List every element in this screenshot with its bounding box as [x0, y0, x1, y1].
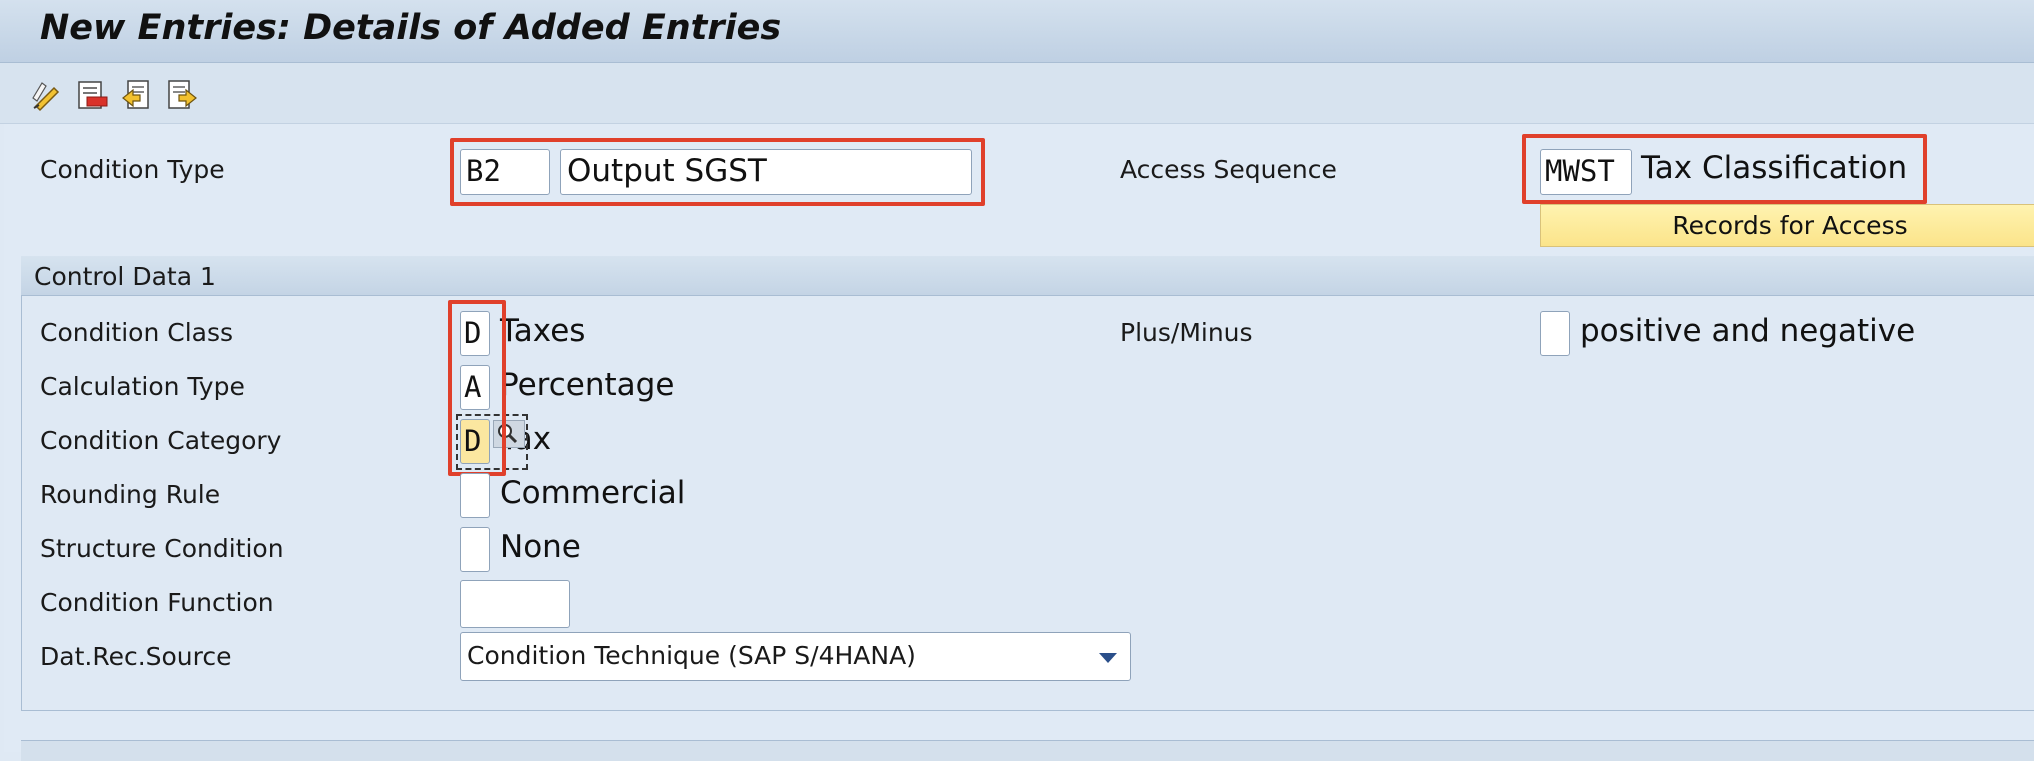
rounding-rule-label: Rounding Rule: [40, 480, 221, 509]
rounding-rule-field[interactable]: [460, 473, 490, 518]
structure-condition-label: Structure Condition: [40, 534, 284, 563]
next-group-edge: [21, 740, 2034, 761]
dat-rec-source-label: Dat.Rec.Source: [40, 642, 232, 671]
next-entry-icon[interactable]: [165, 78, 199, 112]
control-data-header: [21, 256, 2034, 296]
condition-category-label: Condition Category: [40, 426, 282, 455]
previous-entry-icon[interactable]: [120, 78, 154, 112]
condition-class-category-highlight: [448, 300, 506, 476]
chevron-down-icon[interactable]: [1099, 653, 1117, 663]
calculation-type-description: Percentage: [500, 367, 675, 403]
display-change-icon[interactable]: [30, 78, 64, 112]
plus-minus-field[interactable]: [1540, 311, 1570, 356]
calculation-type-label: Calculation Type: [40, 372, 245, 401]
dat-rec-source-value: Condition Technique (SAP S/4HANA): [467, 641, 916, 670]
access-sequence-highlight: [1522, 134, 1927, 204]
plus-minus-description: positive and negative: [1580, 313, 1916, 349]
condition-function-label: Condition Function: [40, 588, 274, 617]
condition-function-field[interactable]: [460, 580, 570, 628]
records-for-access-button[interactable]: Records for Access: [1540, 204, 2034, 247]
control-data-title: Control Data 1: [34, 262, 216, 291]
dat-rec-source-dropdown[interactable]: Condition Technique (SAP S/4HANA): [460, 632, 1131, 681]
structure-condition-description: None: [500, 529, 581, 565]
toolbar: [0, 63, 2034, 124]
page-title: New Entries: Details of Added Entries: [40, 8, 782, 48]
condition-class-label: Condition Class: [40, 318, 234, 347]
rounding-rule-description: Commercial: [500, 475, 686, 511]
condition-class-description: Taxes: [500, 313, 586, 349]
condition-type-highlight: [450, 138, 985, 206]
delete-icon[interactable]: [75, 78, 109, 112]
plus-minus-label: Plus/Minus: [1120, 318, 1253, 347]
condition-type-label: Condition Type: [40, 155, 225, 184]
access-sequence-label: Access Sequence: [1120, 155, 1337, 184]
structure-condition-field[interactable]: [460, 527, 490, 572]
